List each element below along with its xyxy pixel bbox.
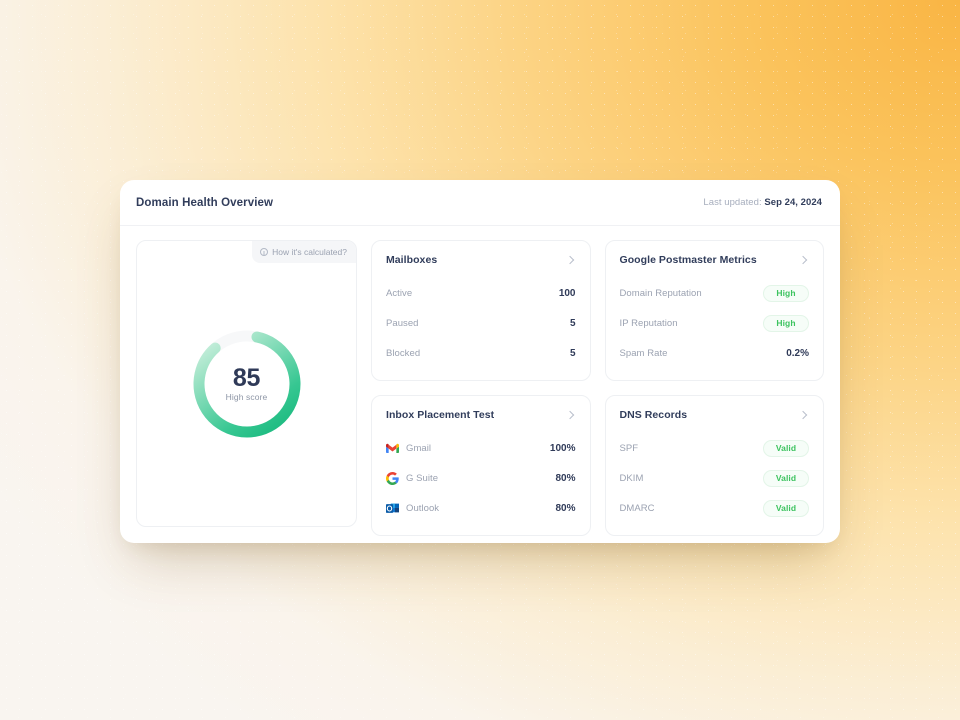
status-badge: High — [763, 314, 809, 332]
status-badge: Valid — [763, 439, 809, 457]
list-item: Outlook 80% — [386, 493, 576, 523]
chevron-right-icon[interactable] — [564, 254, 576, 266]
last-updated-date: Sep 24, 2024 — [764, 197, 822, 208]
row-value: 80% — [555, 502, 576, 514]
health-score-card: How it's calculated? 85 High score — [136, 240, 357, 527]
how-its-calculated-chip[interactable]: How it's calculated? — [252, 241, 356, 263]
panel-body: How it's calculated? 85 High score Mailb… — [120, 226, 840, 543]
row-label-wrap: Active — [386, 288, 412, 299]
how-its-calculated-label: How it's calculated? — [272, 247, 347, 257]
row-value: 100% — [549, 442, 576, 454]
list-item: Active 100 — [386, 278, 576, 308]
row-label: G Suite — [406, 472, 439, 484]
row-label-wrap: SPF — [620, 443, 639, 454]
status-badge: Valid — [763, 499, 809, 517]
chevron-right-icon[interactable] — [797, 254, 809, 266]
score-gauge-wrapper: 85 High score — [137, 328, 356, 440]
score-value: 85 — [232, 363, 261, 392]
list-item: Spam Rate 0.2% — [620, 338, 810, 368]
row-label: Paused — [386, 317, 419, 329]
chevron-right-icon[interactable] — [564, 409, 576, 421]
card-title: Mailboxes — [386, 254, 438, 266]
row-label-wrap: Outlook — [386, 502, 439, 515]
row-label: Blocked — [386, 347, 421, 359]
domain-health-panel: Domain Health Overview Last updated: Sep… — [120, 180, 840, 543]
chevron-right-icon[interactable] — [797, 409, 809, 421]
card-google-postmaster-metrics: Google Postmaster Metrics Domain Reputati… — [604, 240, 824, 381]
row-label-wrap: DKIM — [620, 473, 644, 484]
card-mailboxes: Mailboxes Active 100 Paused 5 Blocked 5 — [371, 240, 591, 381]
row-value: 0.2% — [786, 347, 809, 359]
row-label-wrap: IP Reputation — [620, 318, 678, 329]
row-label: Domain Reputation — [619, 287, 702, 299]
score-gauge: 85 High score — [191, 328, 303, 440]
list-item: IP Reputation High — [620, 308, 809, 338]
card-title: Inbox Placement Test — [386, 409, 495, 421]
score-label: High score — [225, 391, 268, 402]
row-label-wrap: Blocked — [386, 348, 420, 359]
row-label: Active — [386, 287, 413, 299]
row-label-wrap: G Suite — [386, 471, 439, 485]
status-badge: Valid — [763, 469, 809, 487]
card-title: Google Postmaster Metrics — [619, 254, 757, 266]
row-label: Gmail — [406, 442, 432, 454]
card-header-inbox-placement-test[interactable]: Inbox Placement Test — [386, 409, 576, 421]
list-item: SPF Valid — [620, 433, 809, 463]
list-item: Paused 5 — [386, 308, 576, 338]
card-title: DNS Records — [619, 409, 688, 421]
row-label-wrap: Gmail — [386, 442, 431, 455]
list-item: DMARC Valid — [620, 493, 809, 523]
row-value: 80% — [555, 472, 576, 484]
list-item: Gmail 100% — [386, 433, 576, 463]
row-value: 5 — [569, 347, 576, 359]
outlook-icon — [386, 503, 399, 513]
card-dns-records: DNS Records SPF Valid DKIM Valid DMARC Valid — [604, 395, 824, 536]
row-label-wrap: Spam Rate — [620, 348, 668, 359]
row-value: 100 — [558, 287, 576, 299]
row-label: DKIM — [619, 472, 644, 484]
row-label-wrap: Paused — [386, 318, 419, 329]
row-label: DMARC — [619, 502, 655, 514]
page-title: Domain Health Overview — [136, 196, 274, 209]
card-inbox-placement-test: Inbox Placement Test Gmail 100% G Suite 80% O… — [371, 395, 591, 536]
card-header-google-postmaster-metrics[interactable]: Google Postmaster Metrics — [620, 254, 810, 266]
last-updated: Last updated: Sep 24, 2024 — [703, 197, 822, 208]
list-item: DKIM Valid — [620, 463, 809, 493]
row-value: 5 — [569, 317, 576, 329]
gmail-icon — [386, 443, 399, 453]
row-label: IP Reputation — [619, 317, 678, 329]
row-label-wrap: DMARC — [620, 503, 655, 514]
list-item: Domain Reputation High — [620, 278, 809, 308]
list-item: Blocked 5 — [386, 338, 576, 368]
metric-cards-grid: Mailboxes Active 100 Paused 5 Blocked 5 Google … — [371, 240, 824, 536]
last-updated-prefix: Last updated: — [703, 197, 762, 208]
info-circle-icon — [260, 248, 269, 256]
panel-header: Domain Health Overview Last updated: Sep… — [120, 180, 840, 226]
card-header-dns-records[interactable]: DNS Records — [620, 409, 810, 421]
google-icon — [386, 471, 399, 485]
row-label: Spam Rate — [619, 347, 668, 359]
card-header-mailboxes[interactable]: Mailboxes — [386, 254, 576, 266]
row-label: SPF — [619, 442, 639, 454]
status-badge: High — [763, 284, 809, 302]
score-gauge-center: 85 High score — [191, 328, 303, 440]
row-label: Outlook — [406, 502, 440, 514]
list-item: G Suite 80% — [386, 463, 576, 493]
row-label-wrap: Domain Reputation — [620, 288, 702, 299]
